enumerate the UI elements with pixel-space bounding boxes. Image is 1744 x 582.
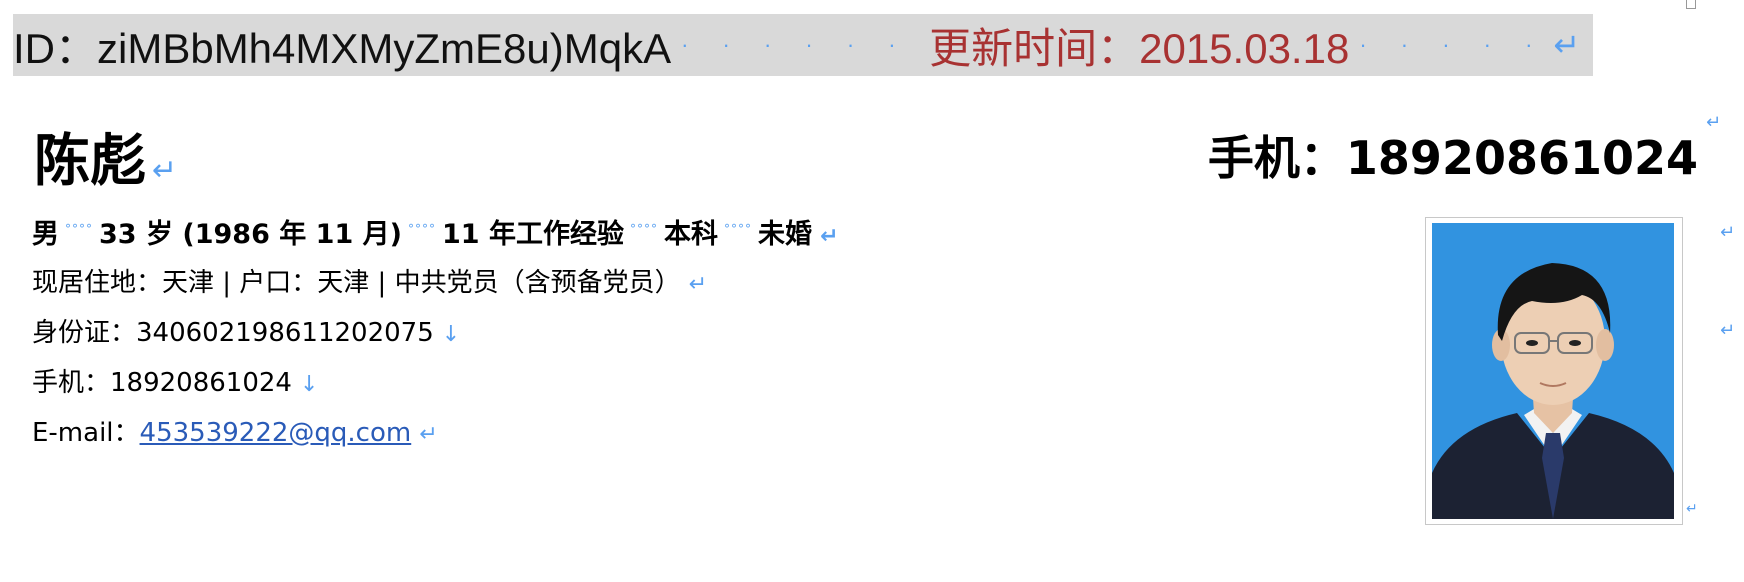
profile-photo-frame[interactable] [1425, 217, 1683, 525]
paragraph-mark-icon: ↵ [1720, 320, 1736, 340]
id-card-text: 身份证：340602198611202075 [32, 318, 434, 348]
wide-space-mark: °°°° [723, 222, 752, 236]
paragraph-mark-icon: ↵ [1686, 500, 1698, 516]
paragraph-mark-icon: ↵ [819, 224, 839, 249]
line-break-mark-icon: ↓ [299, 372, 319, 397]
paragraph-mark-icon: ↵ [152, 153, 178, 188]
marital-status: 未婚 [757, 219, 812, 250]
experience: 11 年工作经验 [441, 219, 624, 250]
dot-leader: · · · · · · · · · · · · · · · · · · · · [681, 32, 929, 57]
email-link[interactable]: 453539222@qq.com [140, 418, 412, 448]
person-portrait-icon [1432, 223, 1674, 519]
mobile-text: 手机：18920861024 [32, 368, 292, 398]
residence-line: 现居住地：天津 | 户口：天津 | 中共党员（含预备党员） ↵ [32, 262, 707, 299]
candidate-name: 陈彪 ↵ [34, 116, 177, 197]
profile-photo [1432, 223, 1674, 519]
gender: 男 [32, 219, 59, 250]
wide-space-mark: °°°° [65, 222, 93, 236]
paragraph-mark-icon: ↵ [419, 422, 438, 447]
update-time: 更新时间：2015.03.18 [929, 24, 1350, 72]
email-line: E-mail：453539222@qq.com ↵ [32, 412, 438, 449]
paragraph-mark-icon: ↵ [688, 272, 708, 297]
resume-id: ID：ziMBbMh4MXMyZmE8u)MqkA [13, 24, 672, 72]
page-corner-mark [1686, 0, 1696, 9]
residence-text: 现居住地：天津 | 户口：天津 | 中共党员（含预备党员） [32, 268, 681, 298]
paragraph-mark-icon: ↵ [1706, 112, 1722, 132]
dot-leader: · · · · · · · · · · · · · · · · · · · · [1359, 32, 1549, 57]
phone-headline: 手机：18920861024 [1207, 131, 1698, 185]
line-break-mark-icon: ↓ [441, 322, 461, 347]
paragraph-mark-icon: ↵ [1720, 222, 1736, 242]
email-label: E-mail： [32, 418, 140, 448]
id-card-line: 身份证：340602198611202075 ↓ [32, 312, 460, 349]
education: 本科 [663, 219, 718, 250]
age: 33 岁 (1986 年 11 月) [99, 219, 402, 250]
wide-space-mark: °°°° [407, 222, 436, 236]
header-row: ID：ziMBbMh4MXMyZmE8u)MqkA · · · · · · · … [13, 14, 1580, 76]
name-text: 陈彪 [34, 129, 146, 194]
paragraph-mark-icon: ↵ [1553, 27, 1581, 63]
mobile-line: 手机：18920861024 ↓ [32, 362, 318, 399]
basic-info-line: 男 °°°° 33 岁 (1986 年 11 月) °°°° 11 年工作经验 °°°° 本… [32, 212, 838, 251]
wide-space-mark: °°°° [629, 222, 658, 236]
